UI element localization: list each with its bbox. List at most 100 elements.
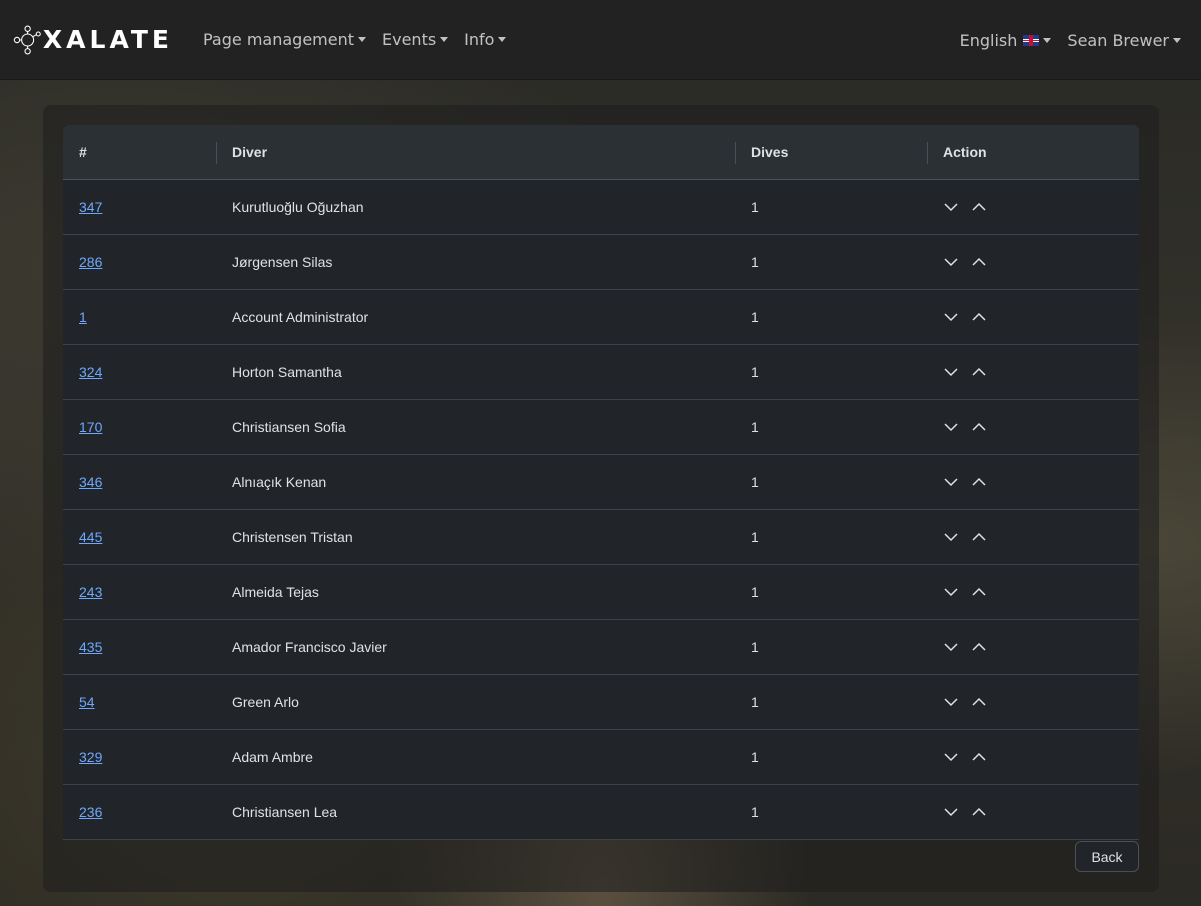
caret-down-icon bbox=[440, 37, 449, 42]
diver-id-link[interactable]: 286 bbox=[79, 254, 102, 270]
main-nav: Page management Events Info bbox=[195, 30, 514, 49]
diver-id-link[interactable]: 54 bbox=[79, 694, 95, 710]
diver-id-link[interactable]: 324 bbox=[79, 364, 102, 380]
dives-count: 1 bbox=[751, 254, 759, 270]
dives-count: 1 bbox=[751, 804, 759, 820]
table-row: 170 Christiansen Sofia 1 bbox=[63, 400, 1139, 455]
nav-info-label: Info bbox=[464, 30, 495, 49]
dives-count: 1 bbox=[751, 309, 759, 325]
diver-id-link[interactable]: 445 bbox=[79, 529, 102, 545]
dives-count: 1 bbox=[751, 474, 759, 490]
action-cell bbox=[927, 290, 1139, 344]
chevron-up-icon[interactable] bbox=[972, 367, 986, 377]
table-header: # Diver Dives Action bbox=[63, 125, 1139, 180]
diver-id-link[interactable]: 346 bbox=[79, 474, 102, 490]
diver-id-link[interactable]: 236 bbox=[79, 804, 102, 820]
dives-count: 1 bbox=[751, 364, 759, 380]
action-cell bbox=[927, 345, 1139, 399]
diver-id-cell: 286 bbox=[63, 235, 216, 289]
chevron-down-icon[interactable] bbox=[944, 642, 958, 652]
action-cell bbox=[927, 565, 1139, 619]
chevron-up-icon[interactable] bbox=[972, 642, 986, 652]
nav-events[interactable]: Events bbox=[374, 30, 456, 49]
table-row: 236 Christiansen Lea 1 bbox=[63, 785, 1139, 840]
header-dives: Dives bbox=[735, 125, 927, 180]
chevron-up-icon[interactable] bbox=[972, 807, 986, 817]
diver-id-link[interactable]: 347 bbox=[79, 199, 102, 215]
nav-page-management[interactable]: Page management bbox=[195, 30, 374, 49]
chevron-up-icon[interactable] bbox=[972, 532, 986, 542]
dives-count: 1 bbox=[751, 694, 759, 710]
action-cell bbox=[927, 180, 1139, 234]
caret-down-icon bbox=[358, 37, 366, 42]
diver-name: Horton Samantha bbox=[232, 364, 342, 380]
chevron-down-icon[interactable] bbox=[944, 532, 958, 542]
dives-count: 1 bbox=[751, 199, 759, 215]
action-cell bbox=[927, 455, 1139, 509]
diver-id-cell: 346 bbox=[63, 455, 216, 509]
chevron-down-icon[interactable] bbox=[944, 422, 958, 432]
chevron-down-icon[interactable] bbox=[944, 587, 958, 597]
table-row: 54 Green Arlo 1 bbox=[63, 675, 1139, 730]
table-row: 324 Horton Samantha 1 bbox=[63, 345, 1139, 400]
diver-id-link[interactable]: 435 bbox=[79, 639, 102, 655]
nav-info[interactable]: Info bbox=[456, 30, 514, 49]
diver-id-cell: 1 bbox=[63, 290, 216, 344]
chevron-down-icon[interactable] bbox=[944, 312, 958, 322]
diver-name: Adam Ambre bbox=[232, 749, 313, 765]
chevron-up-icon[interactable] bbox=[972, 312, 986, 322]
dives-count: 1 bbox=[751, 419, 759, 435]
diver-id-cell: 236 bbox=[63, 785, 216, 839]
brand-logo[interactable]: XALATE bbox=[13, 15, 173, 65]
dives-count: 1 bbox=[751, 529, 759, 545]
action-cell bbox=[927, 235, 1139, 289]
brand-name: XALATE bbox=[42, 25, 173, 54]
table-row: 445 Christensen Tristan 1 bbox=[63, 510, 1139, 565]
diver-id-link[interactable]: 170 bbox=[79, 419, 102, 435]
diver-name: Account Administrator bbox=[232, 309, 369, 325]
nav-page-management-label: Page management bbox=[203, 30, 354, 49]
chevron-up-icon[interactable] bbox=[972, 697, 986, 707]
diver-id-link[interactable]: 1 bbox=[79, 309, 87, 325]
action-cell bbox=[927, 400, 1139, 454]
chevron-down-icon[interactable] bbox=[944, 807, 958, 817]
chevron-up-icon[interactable] bbox=[972, 752, 986, 762]
nav-right: English Sean Brewer bbox=[952, 0, 1189, 80]
dives-count: 1 bbox=[751, 749, 759, 765]
chevron-down-icon[interactable] bbox=[944, 477, 958, 487]
chevron-up-icon[interactable] bbox=[972, 587, 986, 597]
chevron-up-icon[interactable] bbox=[972, 422, 986, 432]
table-row: 1 Account Administrator 1 bbox=[63, 290, 1139, 345]
diver-id-cell: 243 bbox=[63, 565, 216, 619]
chevron-down-icon[interactable] bbox=[944, 257, 958, 267]
user-dropdown[interactable]: Sean Brewer bbox=[1059, 31, 1189, 50]
action-cell bbox=[927, 675, 1139, 729]
chevron-down-icon[interactable] bbox=[944, 367, 958, 377]
diver-id-cell: 445 bbox=[63, 510, 216, 564]
dives-count: 1 bbox=[751, 584, 759, 600]
diver-id-link[interactable]: 243 bbox=[79, 584, 102, 600]
dives-count: 1 bbox=[751, 639, 759, 655]
caret-down-icon bbox=[1173, 37, 1181, 43]
diver-id-link[interactable]: 329 bbox=[79, 749, 102, 765]
table-row: 286 Jørgensen Silas 1 bbox=[63, 235, 1139, 290]
table-body: 347 Kurutluoğlu Oğuzhan 1 286 Jørgensen Sila… bbox=[63, 180, 1139, 840]
diver-name: Christiansen Sofia bbox=[232, 419, 346, 435]
chevron-up-icon[interactable] bbox=[972, 202, 986, 212]
chevron-down-icon[interactable] bbox=[944, 697, 958, 707]
header-action: Action bbox=[927, 125, 1139, 180]
language-dropdown[interactable]: English bbox=[952, 31, 1060, 50]
diver-id-cell: 170 bbox=[63, 400, 216, 454]
diver-name: Kurutluoğlu Oğuzhan bbox=[232, 199, 364, 215]
chevron-up-icon[interactable] bbox=[972, 477, 986, 487]
chevron-down-icon[interactable] bbox=[944, 202, 958, 212]
diver-id-cell: 435 bbox=[63, 620, 216, 674]
diver-name: Alnıaçık Kenan bbox=[232, 474, 327, 490]
chevron-down-icon[interactable] bbox=[944, 752, 958, 762]
table-row: 435 Amador Francisco Javier 1 bbox=[63, 620, 1139, 675]
navbar: XALATE Page management Events Info Engli… bbox=[0, 0, 1201, 80]
diver-name: Christiansen Lea bbox=[232, 804, 338, 820]
action-cell bbox=[927, 730, 1139, 784]
back-button[interactable]: Back bbox=[1075, 841, 1139, 872]
chevron-up-icon[interactable] bbox=[972, 257, 986, 267]
